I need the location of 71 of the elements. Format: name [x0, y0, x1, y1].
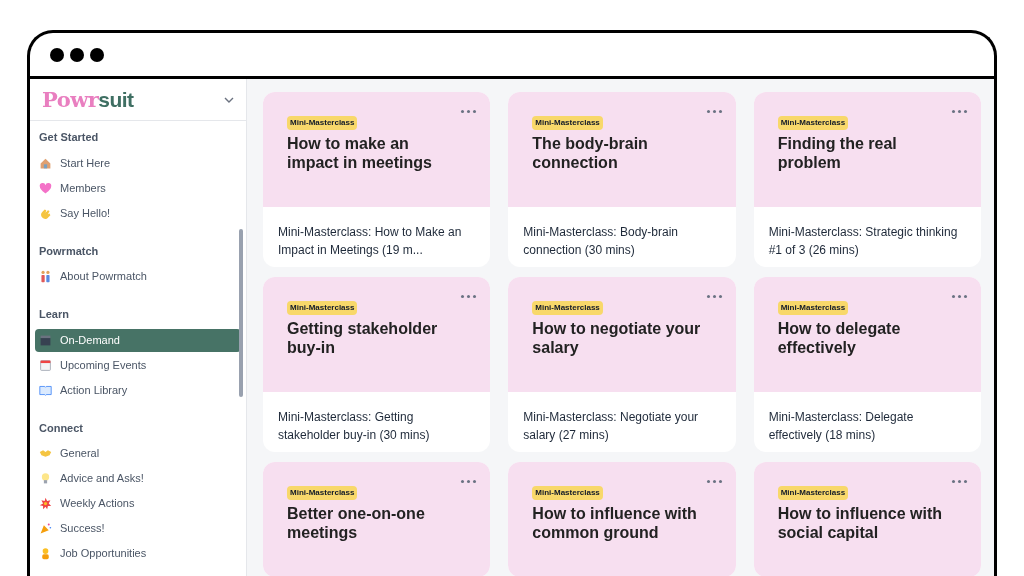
- worker-icon: [39, 547, 52, 560]
- category-tag: Mini-Masterclass: [532, 301, 603, 315]
- sidebar-item[interactable]: General: [35, 442, 241, 465]
- chevron-down-icon[interactable]: [224, 96, 234, 103]
- card-title: Getting stakeholder buy-in: [287, 319, 439, 357]
- category-tag: Mini-Masterclass: [777, 486, 849, 500]
- sidebar-item[interactable]: Say Hello!: [35, 201, 241, 225]
- card-description: Mini-Masterclass: How to Make an Impact in Meetings (19 m...: [277, 224, 463, 259]
- card-title: How to make an impact in meetings: [287, 134, 433, 172]
- light-bulb-icon: [39, 472, 52, 485]
- card-description: Mini-Masterclass: Negotiate your salary (27 mins): [522, 409, 700, 444]
- section-heading: Powrmatch: [38, 243, 100, 259]
- more-options-icon[interactable]: [952, 110, 967, 113]
- card-description: Mini-Masterclass: Strategic thinking #1 of 3 (26 mins): [767, 224, 959, 259]
- category-tag: Mini-Masterclass: [287, 301, 358, 315]
- sidebar-item[interactable]: Start Here: [35, 151, 241, 175]
- course-card[interactable]: Mini-Masterclass Getting stakeholder buy-in Mini-Masterclass: Getting stakeholder buy-in (30 mins): [263, 277, 491, 452]
- house-icon: [39, 156, 52, 170]
- more-options-icon[interactable]: [461, 480, 477, 483]
- card-title: Better one-on-one meetings: [287, 504, 426, 542]
- category-tag: Mini-Masterclass: [532, 116, 603, 130]
- course-card[interactable]: Mini-Masterclass How to negotiate your salary Mini-Masterclass: Negotiate your salary (27 mins): [508, 277, 736, 452]
- card-description: Mini-Masterclass: Delegate effectively (18 mins): [767, 409, 915, 444]
- course-card[interactable]: Mini-Masterclass How to delegate effectively Mini-Masterclass: Delegate effectively (18 mins): [753, 277, 981, 452]
- category-tag: Mini-Masterclass: [287, 116, 358, 130]
- sidebar-item[interactable]: Job Opportunities: [35, 542, 241, 565]
- course-card[interactable]: Mini-Masterclass How to influence with common ground: [508, 462, 736, 576]
- sidebar-item[interactable]: Action Library: [35, 378, 241, 402]
- course-card[interactable]: Mini-Masterclass Better one-on-one meetings: [263, 462, 491, 576]
- two-people-icon: [39, 270, 52, 283]
- scrollbar[interactable]: [239, 229, 243, 397]
- more-options-icon[interactable]: [706, 110, 722, 113]
- more-options-icon[interactable]: [706, 480, 722, 483]
- course-card[interactable]: Mini-Masterclass How to make an impact in meetings Mini-Masterclass: How to Make an Impact in Meetings (19 m...: [263, 92, 491, 267]
- section-heading: Learn: [38, 307, 70, 322]
- card-title: The body-brain connection: [532, 134, 649, 172]
- sidebar-item[interactable]: Advice and Asks!: [35, 467, 241, 490]
- more-options-icon[interactable]: [461, 295, 477, 298]
- course-card[interactable]: Mini-Masterclass How to influence with social capital: [753, 462, 981, 576]
- more-options-icon[interactable]: [706, 295, 722, 298]
- section-heading: Connect: [38, 420, 84, 436]
- clapperboard-icon: [39, 333, 52, 347]
- card-title: How to influence with social capital: [777, 504, 944, 542]
- card-title: How to delegate effectively: [777, 319, 902, 357]
- more-options-icon[interactable]: [952, 295, 967, 298]
- more-options-icon[interactable]: [952, 480, 967, 483]
- sidebar-item[interactable]: Weekly Actions: [35, 492, 241, 515]
- category-tag: Mini-Masterclass: [532, 486, 603, 500]
- sidebar-item[interactable]: Upcoming Events: [35, 353, 241, 377]
- category-tag: Mini-Masterclass: [777, 116, 849, 130]
- section-heading: Get Started: [38, 130, 100, 145]
- card-title: How to influence with common ground: [532, 504, 698, 542]
- card-title: Finding the real problem: [777, 134, 898, 172]
- sidebar-item[interactable]: Members: [35, 176, 241, 200]
- course-card[interactable]: Mini-Masterclass The body-brain connection Mini-Masterclass: Body-brain connection (30 mins): [508, 92, 736, 267]
- card-description: Mini-Masterclass: Getting stakeholder buy-in (30 mins): [277, 409, 431, 444]
- sidebar-item[interactable]: On-Demand: [35, 328, 241, 352]
- card-description: Mini-Masterclass: Body-brain connection (30 mins): [522, 224, 680, 259]
- category-tag: Mini-Masterclass: [287, 486, 358, 500]
- heart-icon: [39, 181, 52, 195]
- burst-icon: [39, 497, 52, 510]
- sidebar-item[interactable]: Success!: [35, 517, 241, 540]
- category-tag: Mini-Masterclass: [777, 301, 849, 315]
- logo[interactable]: Powrsuit: [42, 83, 134, 116]
- card-title: How to negotiate your salary: [532, 319, 702, 357]
- calendar-icon: [39, 358, 52, 372]
- sidebar-item[interactable]: About Powrmatch: [35, 265, 241, 288]
- book-icon: [39, 383, 52, 397]
- party-popper-icon: [39, 522, 52, 535]
- course-card[interactable]: Mini-Masterclass Finding the real problem Mini-Masterclass: Strategic thinking #1 of 3 (26 mins): [753, 92, 981, 267]
- more-options-icon[interactable]: [461, 110, 477, 113]
